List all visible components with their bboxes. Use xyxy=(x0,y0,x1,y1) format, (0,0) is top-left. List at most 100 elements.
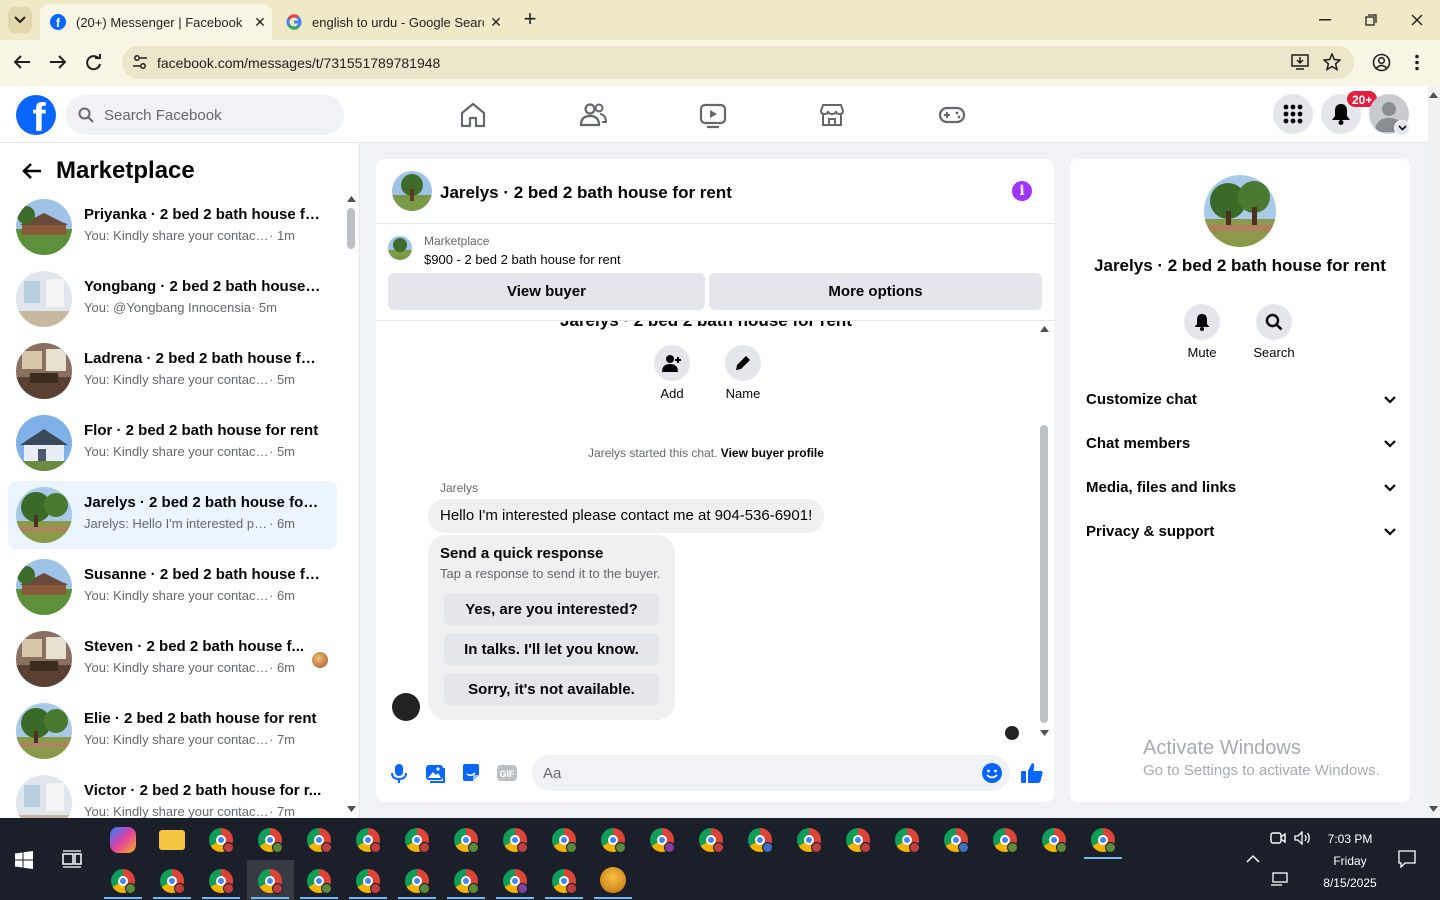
chrome-icon[interactable] xyxy=(601,828,626,853)
media-files-links-row[interactable]: Media, files and links xyxy=(1086,479,1396,496)
chrome-icon[interactable] xyxy=(552,869,577,894)
chrome-icon[interactable] xyxy=(209,869,234,894)
chrome-icon[interactable] xyxy=(405,869,430,894)
browser-menu-icon[interactable] xyxy=(1414,54,1420,71)
details-avatar[interactable] xyxy=(1204,175,1276,247)
add-person-button[interactable] xyxy=(654,345,690,381)
quick-response-yes-button[interactable]: Yes, are you interested? xyxy=(444,593,659,625)
chrome-icon[interactable] xyxy=(650,828,675,853)
chat-members-row[interactable]: Chat members xyxy=(1086,435,1396,452)
chrome-icon[interactable] xyxy=(503,828,528,853)
microphone-icon[interactable] xyxy=(388,762,410,784)
message-bubble[interactable]: Hello I'm interested please contact me a… xyxy=(428,499,825,533)
chrome-icon[interactable] xyxy=(307,869,332,894)
back-arrow-icon[interactable] xyxy=(13,54,31,70)
close-tab-icon[interactable]: ✕ xyxy=(248,14,272,31)
game-app-icon[interactable] xyxy=(600,867,626,893)
chrome-icon[interactable] xyxy=(356,869,381,894)
forward-arrow-icon[interactable] xyxy=(49,54,67,70)
back-arrow-icon[interactable] xyxy=(22,162,42,180)
search-in-chat-button[interactable] xyxy=(1256,304,1292,340)
chrome-icon[interactable] xyxy=(209,828,234,853)
account-dropdown-chevron[interactable] xyxy=(1394,120,1410,136)
chrome-icon[interactable] xyxy=(846,828,871,853)
chrome-icon[interactable] xyxy=(503,869,528,894)
conversation-item[interactable]: Steven · 2 bed 2 bath house f... You: Kin… xyxy=(8,625,337,693)
chrome-icon[interactable] xyxy=(258,828,283,853)
menu-grid-button[interactable] xyxy=(1273,94,1313,134)
mute-button[interactable] xyxy=(1184,304,1220,340)
conversation-item[interactable]: Flor · 2 bed 2 bath house for rent You: K… xyxy=(8,409,337,477)
reload-icon[interactable] xyxy=(85,54,103,72)
chrome-icon[interactable] xyxy=(748,828,773,853)
chrome-icon[interactable] xyxy=(258,869,283,894)
chrome-icon[interactable] xyxy=(1042,828,1067,853)
chrome-icon[interactable] xyxy=(1091,828,1116,853)
chevron-up-icon[interactable] xyxy=(1246,854,1260,863)
new-tab-button[interactable]: + xyxy=(518,8,542,32)
chrome-icon[interactable] xyxy=(160,869,185,894)
scroll-up-arrow-icon[interactable] xyxy=(347,196,356,202)
home-icon[interactable] xyxy=(458,100,488,130)
facebook-logo[interactable]: f xyxy=(16,95,56,135)
file-explorer-icon[interactable] xyxy=(159,830,185,850)
emoji-icon[interactable] xyxy=(981,762,1003,784)
chat-scrollbar-thumb[interactable] xyxy=(1040,425,1048,723)
customize-chat-row[interactable]: Customize chat xyxy=(1086,391,1396,408)
chat-title[interactable]: Jarelys · 2 bed 2 bath house for rent xyxy=(440,183,732,203)
chrome-icon[interactable] xyxy=(895,828,920,853)
message-input[interactable]: Aa xyxy=(532,755,1010,791)
more-options-button[interactable]: More options xyxy=(709,273,1042,310)
conversation-item[interactable]: Jarelys · 2 bed 2 bath house for ... Jare… xyxy=(8,481,337,549)
scroll-down-arrow-icon[interactable] xyxy=(1429,806,1438,812)
gaming-icon[interactable] xyxy=(937,100,967,130)
chrome-icon[interactable] xyxy=(454,869,479,894)
video-icon[interactable] xyxy=(698,100,728,130)
chrome-icon[interactable] xyxy=(552,828,577,853)
close-window-button[interactable] xyxy=(1394,0,1440,40)
sticker-icon[interactable] xyxy=(460,762,482,784)
page-scrollbar[interactable] xyxy=(1428,86,1440,818)
install-app-icon[interactable] xyxy=(1291,54,1309,70)
maximize-button[interactable] xyxy=(1348,0,1394,40)
listing-thumbnail[interactable] xyxy=(388,236,412,260)
privacy-support-row[interactable]: Privacy & support xyxy=(1086,523,1396,540)
volume-icon[interactable] xyxy=(1294,831,1312,845)
browser-tab-google[interactable]: english to urdu - Google Search ✕ xyxy=(280,4,508,40)
quick-response-in-talks-button[interactable]: In talks. I'll let you know. xyxy=(444,633,659,665)
bookmark-star-icon[interactable] xyxy=(1323,53,1341,71)
conversation-item[interactable]: Susanne · 2 bed 2 bath house fo... You: K… xyxy=(8,553,337,621)
conversation-item[interactable]: Priyanka · 2 bed 2 bath house fo... You: … xyxy=(8,193,337,261)
photo-icon[interactable] xyxy=(424,762,446,784)
windows-start-icon[interactable] xyxy=(15,851,33,869)
notification-center-icon[interactable] xyxy=(1398,850,1416,868)
network-icon[interactable] xyxy=(1270,872,1288,886)
meet-now-icon[interactable] xyxy=(1270,831,1286,845)
scroll-down-arrow-icon[interactable] xyxy=(1040,730,1049,736)
scroll-down-arrow-icon[interactable] xyxy=(347,806,356,812)
info-icon[interactable]: i xyxy=(1012,181,1032,201)
scroll-up-arrow-icon[interactable] xyxy=(1040,326,1049,332)
minimize-button[interactable] xyxy=(1302,0,1348,40)
sidebar-scrollbar-thumb[interactable] xyxy=(347,208,355,249)
profile-icon[interactable] xyxy=(1372,53,1391,72)
close-tab-icon[interactable]: ✕ xyxy=(484,14,508,31)
chrome-icon[interactable] xyxy=(944,828,969,853)
conversation-item[interactable]: Ladrena · 2 bed 2 bath house for... You: … xyxy=(8,337,337,405)
thumbs-up-icon[interactable] xyxy=(1020,761,1044,785)
task-view-icon[interactable] xyxy=(62,850,82,868)
chrome-icon[interactable] xyxy=(797,828,822,853)
browser-tab-messenger[interactable]: f (20+) Messenger | Facebook ✕ xyxy=(40,4,272,40)
chat-avatar[interactable] xyxy=(392,171,432,211)
chrome-icon[interactable] xyxy=(111,869,136,894)
listing-title[interactable]: $900 - 2 bed 2 bath house for rent xyxy=(424,252,621,267)
view-buyer-profile-link[interactable]: View buyer profile xyxy=(721,446,824,460)
scroll-up-arrow-icon[interactable] xyxy=(1429,92,1438,98)
search-facebook-input[interactable]: Search Facebook xyxy=(66,95,344,135)
conversation-item[interactable]: Elie · 2 bed 2 bath house for rent You: K… xyxy=(8,697,337,765)
chrome-icon[interactable] xyxy=(699,828,724,853)
view-buyer-button[interactable]: View buyer xyxy=(388,273,705,310)
edit-name-button[interactable] xyxy=(725,345,761,381)
copilot-icon[interactable] xyxy=(110,827,136,853)
chrome-icon[interactable] xyxy=(356,828,381,853)
